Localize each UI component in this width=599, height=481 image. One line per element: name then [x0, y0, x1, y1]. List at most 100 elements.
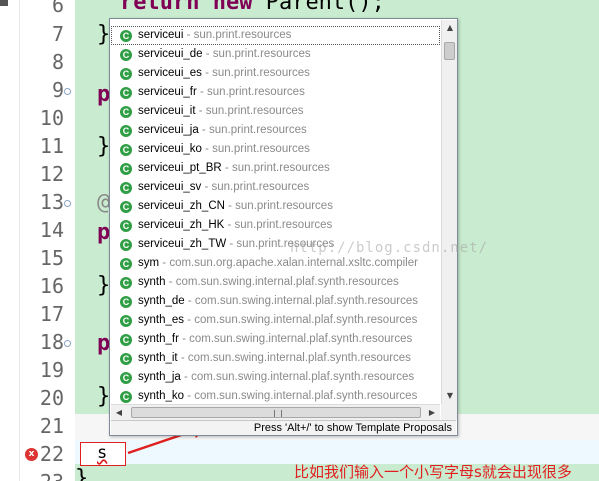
proposal-package: - com.sun.swing.internal.plaf.synth.reso…: [184, 314, 418, 326]
proposal-package: - sun.print.resources: [183, 29, 292, 41]
class-icon: C: [120, 201, 132, 213]
proposal-item[interactable]: Csynth_es - com.sun.swing.internal.plaf.…: [111, 311, 440, 330]
proposal-label: serviceui - sun.print.resources: [138, 26, 291, 45]
proposal-name: serviceui_sv: [138, 181, 202, 193]
proposal-label: synth_de - com.sun.swing.internal.plaf.s…: [138, 292, 418, 311]
error-marker-icon[interactable]: x: [25, 448, 38, 461]
proposal-name: sym: [138, 257, 160, 269]
proposal-package: - sun.print.resources: [201, 143, 310, 155]
proposal-label: serviceui_es - sun.print.resources: [138, 64, 310, 83]
proposal-name: synth_ko: [138, 390, 185, 402]
proposal-name: serviceui: [138, 29, 184, 41]
proposal-item[interactable]: Cserviceui_de - sun.print.resources: [111, 45, 440, 64]
line-number: 20: [39, 386, 64, 410]
line-number: 8: [51, 50, 64, 74]
proposal-name: serviceui_ja: [138, 124, 199, 136]
class-icon: C: [120, 334, 132, 346]
proposal-item[interactable]: Cserviceui_fr - sun.print.resources: [111, 83, 440, 102]
proposal-item[interactable]: Cserviceui_pt_BR - sun.print.resources: [111, 159, 440, 178]
proposal-package: - sun.print.resources: [196, 86, 305, 98]
proposal-item[interactable]: Cserviceui_zh_CN - sun.print.resources: [111, 197, 440, 216]
return-new-keyword: return new: [120, 0, 253, 15]
typed-input[interactable]: s: [97, 443, 107, 463]
class-icon: C: [120, 239, 132, 251]
scroll-left-icon[interactable]: ◀: [111, 405, 127, 421]
proposal-item[interactable]: Csynth_de - com.sun.swing.internal.plaf.…: [111, 292, 440, 311]
proposal-package: - com.sun.org.apache.xalan.internal.xslt…: [159, 257, 418, 269]
proposal-label: serviceui_ko - sun.print.resources: [138, 140, 310, 159]
proposal-item[interactable]: Csynth_fr - com.sun.swing.internal.plaf.…: [111, 330, 440, 349]
proposal-package: - sun.print.resources: [201, 67, 310, 79]
proposal-package: - com.sun.swing.internal.plaf.synth.reso…: [184, 295, 418, 307]
proposal-name: synth_de: [138, 295, 185, 307]
proposal-package: - sun.print.resources: [195, 105, 304, 117]
fold-icon[interactable]: [64, 88, 71, 95]
proposal-name: serviceui_ko: [138, 143, 202, 155]
code-line-6: return new Parent();: [120, 0, 385, 14]
scroll-up-icon[interactable]: ▲: [442, 20, 458, 36]
vertical-scrollbar[interactable]: ▲ ▼: [441, 20, 457, 404]
line-number: 21: [39, 414, 64, 438]
code-text: Parent();: [265, 0, 385, 15]
proposal-name: serviceui_zh_TW: [138, 238, 227, 250]
proposal-name: synth_fr: [138, 333, 179, 345]
class-icon: C: [120, 372, 132, 384]
line-number: 17: [39, 302, 64, 326]
line-number: 19: [39, 358, 64, 382]
fold-icon[interactable]: [64, 340, 71, 347]
class-icon: C: [120, 353, 132, 365]
proposal-label: synth_ko - com.sun.swing.internal.plaf.s…: [138, 387, 417, 404]
proposal-name: synth_it: [138, 352, 178, 364]
class-icon: C: [120, 49, 132, 61]
typed-char: s: [97, 443, 108, 463]
fold-icon[interactable]: [64, 200, 71, 207]
proposal-name: serviceui_de: [138, 48, 203, 60]
proposal-package: - sun.print.resources: [224, 200, 333, 212]
proposal-list[interactable]: Cserviceui - sun.print.resources Cservice…: [111, 20, 440, 404]
proposal-item[interactable]: Cserviceui_it - sun.print.resources: [111, 102, 440, 121]
proposal-name: synth: [138, 276, 166, 288]
line-number: 12: [39, 162, 64, 186]
proposal-name: serviceui_it: [138, 105, 196, 117]
horizontal-scrollbar[interactable]: ◀ ▶: [111, 404, 440, 420]
proposal-item[interactable]: Cserviceui - sun.print.resources: [111, 26, 440, 45]
proposal-label: serviceui_ja - sun.print.resources: [138, 121, 307, 140]
horizontal-scroll-thumb[interactable]: [131, 407, 421, 418]
scroll-down-icon[interactable]: ▼: [442, 388, 458, 404]
proposal-item[interactable]: Csynth_ko - com.sun.swing.internal.plaf.…: [111, 387, 440, 404]
line-number: 13: [39, 190, 64, 214]
line-number: 14: [39, 218, 64, 242]
proposal-label: synth_fr - com.sun.swing.internal.plaf.s…: [138, 330, 412, 349]
proposal-package: - sun.print.resources: [198, 124, 307, 136]
proposal-item[interactable]: Csym - com.sun.org.apache.xalan.internal…: [111, 254, 440, 273]
class-icon: C: [120, 220, 132, 232]
proposal-item[interactable]: Cserviceui_es - sun.print.resources: [111, 64, 440, 83]
proposal-item[interactable]: Cserviceui_ja - sun.print.resources: [111, 121, 440, 140]
class-icon: C: [120, 87, 132, 99]
proposal-name: serviceui_zh_CN: [138, 200, 225, 212]
proposal-package: - sun.print.resources: [201, 181, 310, 193]
proposal-name: synth_ja: [138, 371, 181, 383]
code-line-23: }: [75, 466, 89, 481]
line-number: 23: [20, 472, 64, 481]
line-number: 10: [39, 106, 64, 130]
proposal-package: - sun.print.resources: [202, 48, 311, 60]
proposal-name: serviceui_es: [138, 67, 202, 79]
proposal-package: - com.sun.swing.internal.plaf.synth.reso…: [178, 333, 413, 345]
line-number-ruler: 67891011121314151617181920212223: [20, 0, 75, 481]
scroll-right-icon[interactable]: ▶: [424, 405, 440, 421]
class-icon: C: [120, 315, 132, 327]
proposal-label: serviceui_it - sun.print.resources: [138, 102, 304, 121]
content-assist-popup[interactable]: Cserviceui - sun.print.resources Cservice…: [109, 18, 458, 436]
class-icon: C: [120, 125, 132, 137]
class-icon: C: [120, 163, 132, 175]
proposal-item[interactable]: Cserviceui_sv - sun.print.resources: [111, 178, 440, 197]
line-number: 9: [51, 78, 64, 102]
proposal-label: synth - com.sun.swing.internal.plaf.synt…: [138, 273, 399, 292]
proposal-item[interactable]: Csynth - com.sun.swing.internal.plaf.syn…: [111, 273, 440, 292]
proposal-item[interactable]: Csynth_ja - com.sun.swing.internal.plaf.…: [111, 368, 440, 387]
vertical-scroll-thumb[interactable]: [444, 42, 455, 60]
proposal-item[interactable]: Csynth_it - com.sun.swing.internal.plaf.…: [111, 349, 440, 368]
proposal-item[interactable]: Cserviceui_zh_HK - sun.print.resources: [111, 216, 440, 235]
proposal-item[interactable]: Cserviceui_ko - sun.print.resources: [111, 140, 440, 159]
